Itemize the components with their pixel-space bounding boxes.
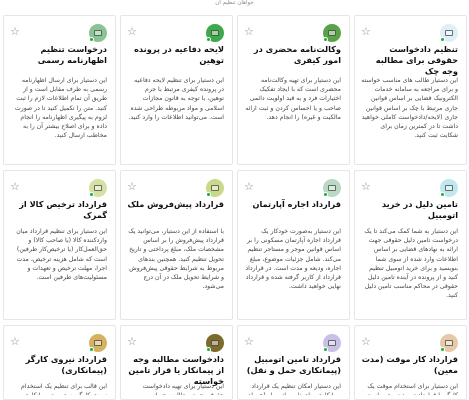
assistant-card-grid: خواهان تنظیم آن ☆ تنظیم دادخواست حقوقی ب… bbox=[0, 0, 469, 400]
document-icon bbox=[328, 30, 336, 36]
document-icon bbox=[328, 185, 336, 191]
card-description: این دستیار برای تنظیم لایحه دفاعیه در پر… bbox=[128, 77, 224, 121]
online-status-dot bbox=[323, 192, 328, 197]
card-description: این قالب برای تنظیم یک استخدام نیروی کار… bbox=[21, 383, 107, 395]
card-icon bbox=[206, 179, 224, 197]
card-header: ☆ bbox=[361, 334, 458, 354]
card-description: این دستیار برای تهیه دادخواست حقوقی جهت … bbox=[142, 383, 224, 395]
card-description: این دستیار برای تنظیم قرارداد میان واردک… bbox=[16, 228, 107, 282]
favorite-star-icon[interactable]: ☆ bbox=[244, 335, 254, 349]
assistant-card[interactable]: ☆ قرارداد اجاره آپارتمان این دستیار به‌ص… bbox=[237, 170, 350, 320]
card-description: این دستیار به شما کمک می‌کند تا یک درخوا… bbox=[364, 228, 458, 300]
document-icon bbox=[211, 185, 219, 191]
card-title: قرارداد تامین اتومبیل (پیمانکاری حمل و ن… bbox=[246, 354, 341, 375]
card-description: این دستیار برای ارسال اظهارنامه رسمی به … bbox=[14, 77, 107, 140]
document-icon bbox=[94, 30, 102, 36]
assistant-card[interactable]: ☆ درخواست تنظیم اظهارنامه رسمی این دستیا… bbox=[3, 15, 116, 165]
online-status-dot bbox=[89, 37, 94, 42]
assistant-card[interactable]: ☆ قرارداد پیش‌فروش ملک با استفاده از این… bbox=[120, 170, 233, 320]
assistant-card[interactable]: ☆ قرارداد کار موقت (مدت معین) این دستیار… bbox=[354, 325, 467, 400]
card-description: این دستیار امکان تنظیم یک قرارداد پیمانک… bbox=[248, 383, 341, 395]
card-icon bbox=[89, 24, 107, 42]
online-status-dot bbox=[323, 347, 328, 352]
card-description: این دستیار برای تهیه وکالت‌نامه محضری اس… bbox=[245, 77, 341, 121]
card-icon bbox=[440, 179, 458, 197]
online-status-dot bbox=[440, 192, 445, 197]
online-status-dot bbox=[440, 347, 445, 352]
assistant-card[interactable]: ☆ قرارداد تامین اتومبیل (پیمانکاری حمل و… bbox=[237, 325, 350, 400]
assistant-card[interactable]: ☆ قرارداد ترخیص کالا از گمرک این دستیار … bbox=[3, 170, 116, 320]
document-icon bbox=[94, 340, 102, 346]
card-icon bbox=[206, 334, 224, 352]
card-icon bbox=[440, 24, 458, 42]
favorite-star-icon[interactable]: ☆ bbox=[244, 180, 254, 194]
card-title: قرارداد اجاره آپارتمان bbox=[252, 199, 341, 209]
card-description: با استفاده از این دستیار، می‌توانید یک ق… bbox=[128, 228, 224, 291]
document-icon bbox=[445, 30, 453, 36]
card-header: ☆ bbox=[361, 179, 458, 199]
favorite-star-icon[interactable]: ☆ bbox=[361, 25, 371, 39]
assistant-card[interactable]: ☆ دادخواست مطالبه وجه از پیمانکار یا قرا… bbox=[120, 325, 233, 400]
assistant-card[interactable]: ☆ قرارداد نیروی کارگر (پیمانکاری) این قا… bbox=[3, 325, 116, 400]
card-header: ☆ bbox=[10, 24, 107, 44]
online-status-dot bbox=[206, 37, 211, 42]
assistant-card[interactable]: ☆ تامین دلیل در خرید اتومبیل این دستیار … bbox=[354, 170, 467, 320]
card-header: ☆ bbox=[127, 24, 224, 44]
favorite-star-icon[interactable]: ☆ bbox=[127, 180, 137, 194]
card-icon bbox=[323, 334, 341, 352]
favorite-star-icon[interactable]: ☆ bbox=[361, 180, 371, 194]
card-header: ☆ bbox=[10, 179, 107, 199]
favorite-star-icon[interactable]: ☆ bbox=[10, 335, 20, 349]
top-fragment: خواهان تنظیم آن bbox=[215, 0, 254, 6]
assistant-card[interactable]: ☆ لایحه دفاعیه در پرونده توهین این دستیا… bbox=[120, 15, 233, 165]
favorite-star-icon[interactable]: ☆ bbox=[127, 335, 137, 349]
document-icon bbox=[94, 185, 102, 191]
online-status-dot bbox=[206, 347, 211, 352]
card-title: لایحه دفاعیه در پرونده توهین bbox=[134, 44, 224, 65]
card-title: قرارداد کار موقت (مدت معین) bbox=[361, 354, 458, 375]
card-title: تامین دلیل در خرید اتومبیل bbox=[381, 199, 458, 220]
online-status-dot bbox=[440, 37, 445, 42]
document-icon bbox=[328, 340, 336, 346]
card-header: ☆ bbox=[244, 334, 341, 354]
card-title: قرارداد نیروی کارگر (پیمانکاری) bbox=[25, 354, 107, 375]
card-title: تنظیم دادخواست حقوقی برای مطالبه وجه چک bbox=[375, 44, 458, 76]
card-icon bbox=[323, 24, 341, 42]
card-description: این دستیار برای استخدام موقت یک کارگر با… bbox=[364, 383, 458, 395]
card-icon bbox=[89, 179, 107, 197]
card-title: وکالت‌نامه محضری در امور کیفری bbox=[253, 44, 341, 65]
card-header: ☆ bbox=[361, 24, 458, 44]
online-status-dot bbox=[206, 192, 211, 197]
document-icon bbox=[445, 185, 453, 191]
assistant-card[interactable]: ☆ وکالت‌نامه محضری در امور کیفری این دست… bbox=[237, 15, 350, 165]
favorite-star-icon[interactable]: ☆ bbox=[10, 180, 20, 194]
card-header: ☆ bbox=[244, 179, 341, 199]
card-icon bbox=[440, 334, 458, 352]
card-title: قرارداد ترخیص کالا از گمرک bbox=[19, 199, 107, 220]
card-icon bbox=[89, 334, 107, 352]
document-icon bbox=[211, 340, 219, 346]
card-description: این دستیار به‌صورت خودکار یک قرارداد اجا… bbox=[245, 228, 341, 291]
favorite-star-icon[interactable]: ☆ bbox=[361, 335, 371, 349]
favorite-star-icon[interactable]: ☆ bbox=[244, 25, 254, 39]
online-status-dot bbox=[89, 192, 94, 197]
card-title: درخواست تنظیم اظهارنامه رسمی bbox=[37, 44, 107, 65]
card-description: این دستیار طالب های مناسب خواسته و برای … bbox=[361, 77, 458, 140]
document-icon bbox=[445, 340, 453, 346]
favorite-star-icon[interactable]: ☆ bbox=[127, 25, 137, 39]
card-icon bbox=[323, 179, 341, 197]
online-status-dot bbox=[323, 37, 328, 42]
card-header: ☆ bbox=[10, 334, 107, 354]
card-header: ☆ bbox=[127, 179, 224, 199]
card-header: ☆ bbox=[244, 24, 341, 44]
card-title: قرارداد پیش‌فروش ملک bbox=[127, 199, 224, 209]
card-header: ☆ bbox=[127, 334, 224, 354]
card-icon bbox=[206, 24, 224, 42]
assistant-card[interactable]: ☆ تنظیم دادخواست حقوقی برای مطالبه وجه چ… bbox=[354, 15, 467, 165]
online-status-dot bbox=[89, 347, 94, 352]
favorite-star-icon[interactable]: ☆ bbox=[10, 25, 20, 39]
document-icon bbox=[211, 30, 219, 36]
